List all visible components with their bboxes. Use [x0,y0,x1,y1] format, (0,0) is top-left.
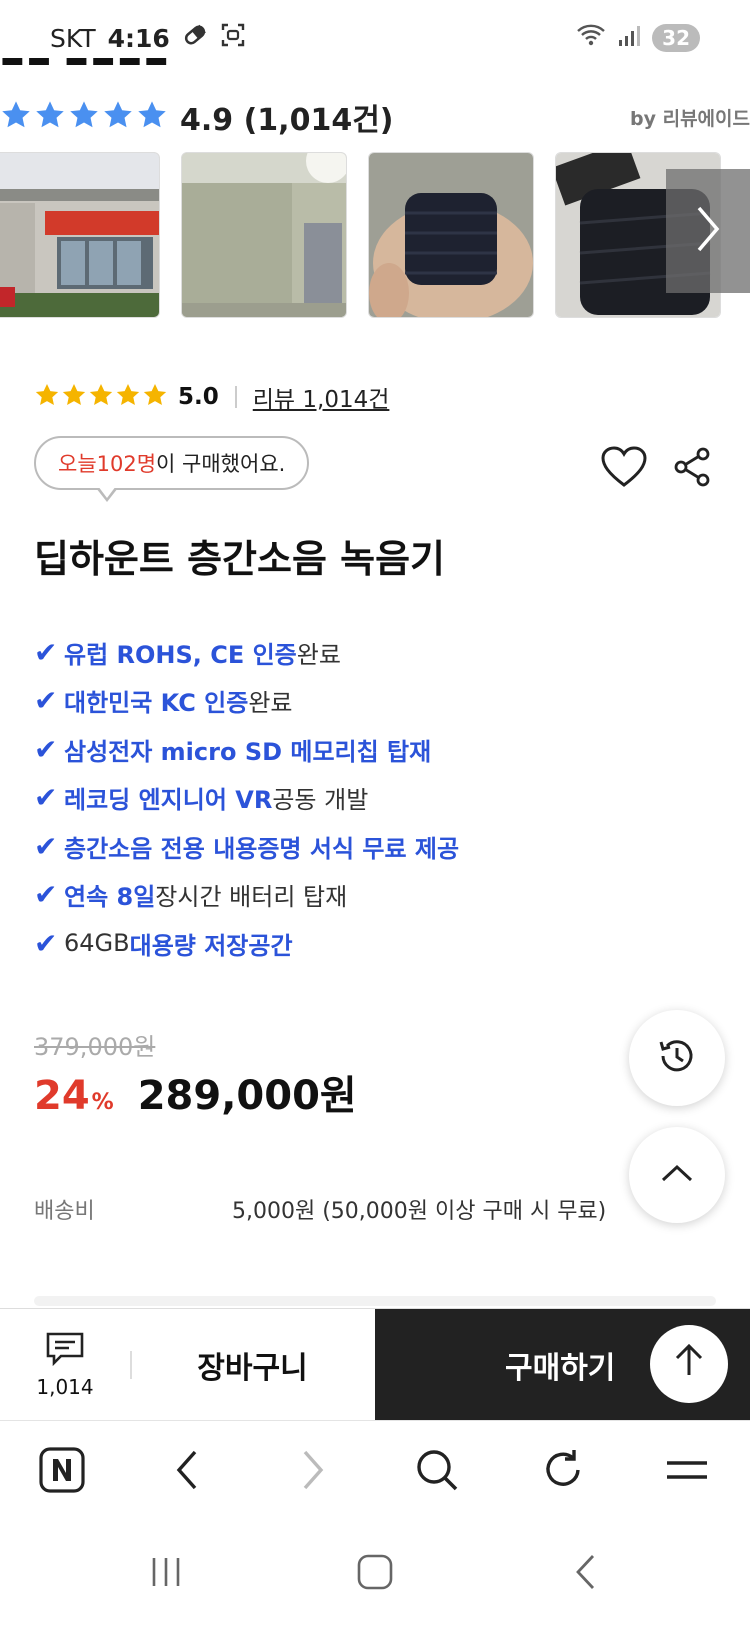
review-photo-strip [0,152,750,318]
history-icon [655,1034,699,1082]
heart-icon [600,446,648,493]
review-summary[interactable]: 4.9 (1,014건) by 리뷰에이드 [0,92,750,142]
clock: 4:16 [107,23,170,53]
star-icon [142,382,168,412]
bubble-prefix: 오늘 [58,452,97,476]
system-navigation-bar [0,1520,750,1625]
star-icon [102,99,134,135]
original-price: 379,000원 [34,1033,156,1061]
back-button[interactable] [162,1447,212,1497]
divider [234,386,237,408]
feature-item: ✔ 64GB 대용량 저장공간 [34,926,293,960]
product-score: 5.0 [178,384,219,410]
pill-icon [182,22,208,54]
scroll-top-button[interactable] [629,1127,725,1223]
home-icon [356,1553,394,1595]
discount-unit: % [91,1090,114,1115]
home-button[interactable] [353,1552,397,1596]
discount-rate: 24 [34,1073,90,1119]
product-title: 딥하운트 층간소음 녹음기 [34,537,446,581]
star-icon [34,382,60,412]
reviews-button[interactable]: 1,014 [0,1309,130,1421]
share-icon [672,447,712,492]
recent-apps-icon [148,1554,184,1594]
signal-icon [618,24,641,53]
recent-history-button[interactable] [629,1010,725,1106]
check-icon: ✔ [34,926,58,960]
today-buyer-count: 102명 [96,452,157,476]
screenshot-icon [220,22,246,54]
review-count: 1,014 [36,1375,94,1399]
review-photo-thumbnail[interactable] [0,152,160,318]
feature-item: ✔ 유럽 ROHS, CE 인증 완료 [34,635,341,669]
feature-item: ✔ 층간소음 전용 내용증명 서식 무료 제공 [34,829,460,863]
arrow-up-icon [673,1342,705,1386]
wifi-icon [576,22,606,54]
chevron-right-icon [693,204,723,258]
system-back-button[interactable] [564,1552,608,1596]
chevron-up-icon [660,1162,694,1188]
star-icon [136,99,168,135]
star-icon [68,99,100,135]
buy-now-label: 구매하기 [505,1351,616,1386]
check-icon: ✔ [34,635,58,669]
rating-stars [0,99,168,135]
review-photo-thumbnail[interactable] [368,152,534,318]
product-rating-stars [34,382,168,412]
cutoff-text: ▬▬ ▬▬▬▬ [0,58,180,72]
bubble-tail [96,486,118,502]
search-icon [414,1447,460,1497]
review-count-link[interactable]: 리뷰 1,014건 [253,380,390,414]
star-icon [88,382,114,412]
feature-item: ✔ 연속 8일 장시간 배터리 탑재 [34,878,348,912]
average-rating: 4.9 (1,014건) [180,103,394,138]
back-arrow-icon [573,1553,599,1595]
share-button[interactable] [672,446,714,490]
forward-button[interactable] [288,1447,338,1497]
add-to-cart-button[interactable]: 장바구니 [130,1309,375,1421]
menu-button[interactable] [662,1447,712,1497]
naver-home-button[interactable] [37,1447,87,1497]
review-provider: by 리뷰에이드 [629,107,750,130]
section-divider [34,1296,716,1306]
star-icon [61,382,87,412]
refresh-button[interactable] [538,1447,588,1497]
refresh-icon [540,1447,586,1497]
feature-list: ✔ 유럽 ROHS, CE 인증 완료 ✔ 대한민국 KC 인증 완료 ✔ 삼성전자 … [34,628,459,968]
review-photo-thumbnail[interactable] [181,152,347,318]
feature-item: ✔ 삼성전자 micro SD 메모리칩 탑재 [34,732,432,766]
star-icon [115,382,141,412]
star-icon [0,99,32,135]
browser-toolbar [0,1420,750,1520]
purchase-count-bubble: 오늘 102명 이 구매했어요. [34,436,310,490]
final-price: 289,000원 [137,1073,357,1119]
shipping-label: 배송비 [34,1199,95,1224]
battery-indicator: 32 [652,24,700,52]
feature-item: ✔ 대한민국 KC 인증 완료 [34,684,293,718]
menu-icon [664,1455,710,1489]
next-photo-button[interactable] [666,169,750,293]
buy-arrow-button[interactable] [650,1325,728,1403]
check-icon: ✔ [34,878,58,912]
buy-now-button[interactable]: 구매하기 [375,1309,750,1421]
chevron-right-icon [299,1448,327,1496]
check-icon: ✔ [34,684,58,718]
carrier: SKT [50,23,96,53]
purchase-bar: 1,014 장바구니 구매하기 [0,1308,750,1421]
shipping-value: 5,000원 (50,000원 이상 구매 시 무료) [232,1199,607,1224]
comment-icon [45,1331,85,1371]
check-icon: ✔ [34,781,58,815]
check-icon: ✔ [34,829,58,863]
feature-item: ✔ 레코딩 엔지니어 VR 공동 개발 [34,781,369,815]
product-rating-row: 5.0 리뷰 1,014건 [34,380,389,414]
star-icon [34,99,66,135]
check-icon: ✔ [34,732,58,766]
recent-apps-button[interactable] [144,1552,188,1596]
chevron-left-icon [173,1448,201,1496]
naver-logo-icon [38,1446,86,1498]
wishlist-button[interactable] [600,445,650,491]
price-row: 24% 289,000원 [34,1063,357,1121]
bubble-suffix: 이 구매했어요. [156,452,286,476]
search-button[interactable] [412,1447,462,1497]
